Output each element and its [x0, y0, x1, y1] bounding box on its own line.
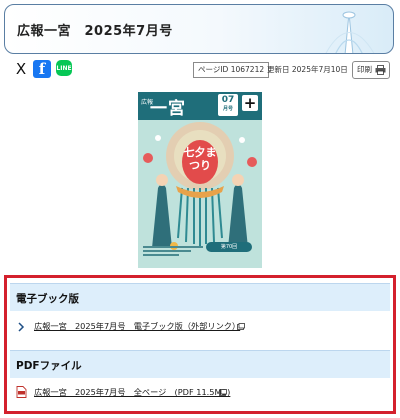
print-button[interactable]: 印刷	[352, 61, 390, 79]
external-link-icon	[237, 323, 245, 330]
external-link-icon	[219, 389, 227, 396]
line-share-icon[interactable]: LINE	[56, 60, 72, 76]
chevron-right-icon	[18, 322, 25, 332]
page-title: 広報一宮 2025年7月号	[17, 24, 173, 39]
magazine-cover-image: 広報 一宮 07 月号 + 七夕まつり 第70回	[138, 92, 262, 268]
cover-plus-mark: +	[242, 94, 258, 112]
download-section-highlight: 電子ブック版 広報一宮 2025年7月号 電子ブック版（外部リンク） PDFファ…	[4, 275, 396, 414]
cover-issue-number: 07 月号	[218, 94, 238, 116]
updated-date: 更新日 2025年7月10日	[267, 65, 348, 74]
cover-fine-print	[143, 246, 203, 256]
tower-illustration-icon	[325, 11, 375, 53]
pdf-link[interactable]: 広報一宮 2025年7月号 全ページ (PDF 11.5MB)	[34, 386, 230, 399]
pdf-file-icon	[16, 386, 27, 398]
ebook-section-title: 電子ブック版	[16, 293, 79, 305]
pdf-section-header: PDFファイル	[10, 350, 390, 378]
pdf-section-title: PDFファイル	[16, 360, 82, 372]
x-share-icon[interactable]: X	[12, 60, 30, 78]
page-title-banner: 広報一宮 2025年7月号	[4, 4, 394, 54]
cover-feature-title: 七夕まつり	[182, 140, 218, 184]
print-button-label: 印刷	[357, 65, 372, 74]
cover-masthead: 一宮	[150, 99, 186, 119]
page: 広報一宮 2025年7月号 X f LINE ページID 1067212 更新日…	[0, 0, 400, 418]
cover-badge: 第70回	[206, 242, 252, 252]
printer-icon	[375, 65, 386, 75]
page-id-label: ページID 1067212	[193, 62, 270, 78]
facebook-share-icon[interactable]: f	[33, 60, 51, 78]
ebook-section-header: 電子ブック版	[10, 283, 390, 311]
ebook-link[interactable]: 広報一宮 2025年7月号 電子ブック版（外部リンク）	[34, 320, 240, 333]
